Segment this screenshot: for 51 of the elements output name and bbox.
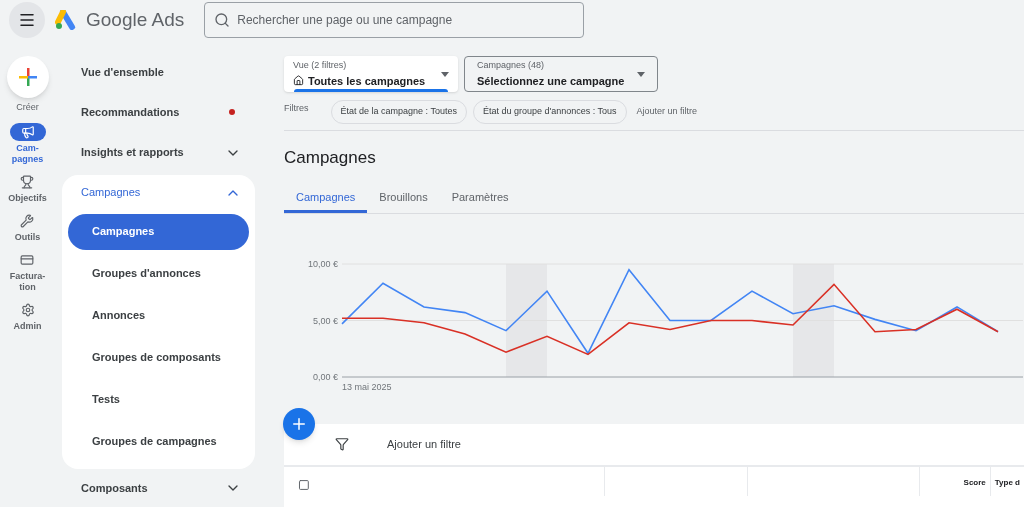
gear-icon bbox=[20, 302, 35, 317]
filter-icon[interactable] bbox=[335, 437, 349, 451]
nav-item[interactable]: Insights et rapports bbox=[62, 132, 255, 173]
trophy-icon bbox=[20, 174, 35, 189]
tab[interactable]: Campagnes bbox=[284, 184, 368, 213]
add-filter-link[interactable]: Ajouter un filtre bbox=[636, 105, 698, 119]
megaphone-icon bbox=[20, 124, 35, 139]
logo-text: Google Ads bbox=[86, 7, 185, 32]
tab[interactable]: Brouillons bbox=[367, 184, 440, 213]
add-fab[interactable] bbox=[283, 407, 315, 440]
page-title: Campagnes bbox=[284, 147, 377, 169]
rail-item[interactable]: Factura- tion bbox=[9, 250, 46, 293]
nav-item[interactable]: Recommandations bbox=[62, 92, 255, 133]
column-header: Type d bbox=[993, 476, 1021, 489]
menu-icon bbox=[18, 11, 36, 29]
column-header: Score bbox=[919, 466, 991, 496]
nav-subitem[interactable]: Tests bbox=[68, 381, 249, 418]
caret-icon bbox=[441, 71, 449, 77]
checkbox[interactable] bbox=[298, 478, 310, 491]
logo-icon bbox=[55, 10, 77, 30]
rail-item[interactable]: Objectifs bbox=[8, 172, 47, 204]
menu-button[interactable] bbox=[9, 2, 45, 38]
home-icon bbox=[293, 75, 304, 87]
create-button[interactable] bbox=[6, 56, 49, 98]
view-dropdown[interactable]: Vue (2 filtres) Toutes les campagnes bbox=[284, 56, 458, 92]
nav-subitem[interactable]: Annonces bbox=[68, 297, 249, 334]
card-icon bbox=[20, 252, 35, 267]
rail-item[interactable]: Outils bbox=[14, 211, 41, 243]
y-axis-label: 10,00 € bbox=[307, 258, 338, 269]
tools-icon bbox=[20, 213, 35, 228]
nav-item[interactable]: Composants bbox=[62, 468, 255, 507]
y-axis-label: 0,00 € bbox=[312, 371, 338, 382]
add-filter-button[interactable]: Ajouter un filtre bbox=[387, 435, 461, 453]
nav-subitem[interactable]: Groupes de campagnes bbox=[68, 423, 249, 460]
date-label: 13 mai 2025 bbox=[342, 381, 392, 392]
nav-subitem[interactable]: Groupes de composants bbox=[68, 339, 249, 376]
plus-icon bbox=[17, 67, 38, 87]
nav-subitem[interactable]: Groupes d'annonces bbox=[68, 255, 249, 292]
nav-subitem[interactable]: Campagnes bbox=[68, 213, 249, 250]
caret-icon bbox=[637, 71, 645, 77]
nav-item[interactable]: Vue d'ensemble bbox=[62, 52, 255, 93]
search-icon bbox=[214, 12, 231, 28]
rail-item[interactable]: Admin bbox=[13, 300, 42, 332]
create-label: Créer bbox=[16, 101, 39, 114]
rail-item[interactable]: Cam- pagnes bbox=[9, 122, 46, 165]
nav-group-header[interactable]: Campagnes bbox=[62, 174, 255, 211]
campaign-dropdown[interactable]: Campagnes (48) Sélectionnez une campagne bbox=[464, 56, 658, 92]
tab[interactable]: Paramètres bbox=[439, 184, 521, 213]
search-field[interactable]: Rechercher une page ou une campagne bbox=[204, 2, 585, 38]
filters-label: Filtres bbox=[284, 102, 309, 115]
y-axis-label: 5,00 € bbox=[312, 315, 338, 325]
